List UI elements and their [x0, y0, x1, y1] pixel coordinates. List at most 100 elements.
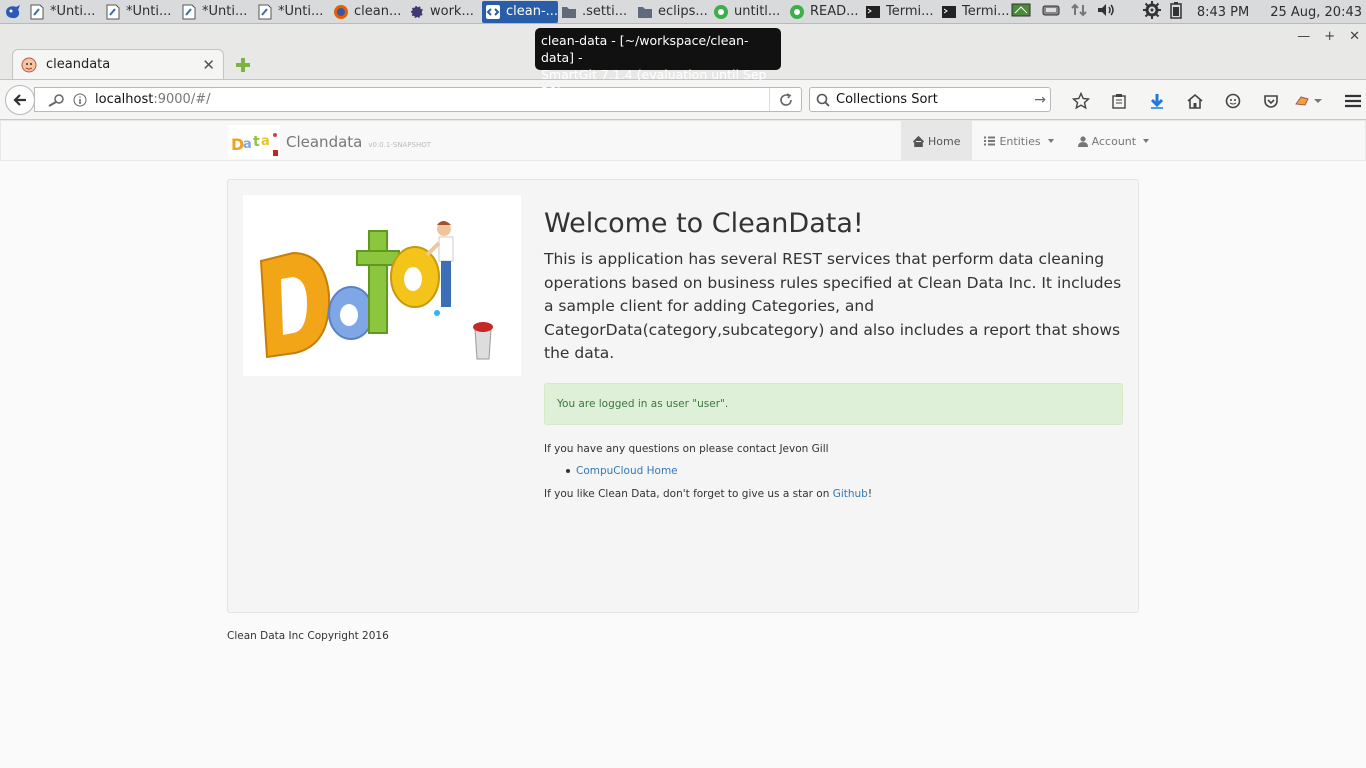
taskbar-task-9[interactable]: untitl... — [710, 1, 786, 23]
taskbar-task-6[interactable]: clean-... — [482, 0, 558, 23]
taskbar-task-4[interactable]: clean... — [330, 1, 406, 23]
network-manager-icon[interactable] — [1011, 2, 1031, 22]
hello-button[interactable] — [1214, 90, 1252, 112]
taskbar-task-3[interactable]: *Unti... — [254, 1, 330, 23]
taskbar-task-label: *Unti... — [278, 4, 324, 19]
system-tray: 8:43 PM 25 Aug, 20:43 — [1011, 0, 1366, 24]
taskbar-task-label: clean... — [354, 4, 402, 19]
taskbar-task-label: eclips... — [658, 4, 708, 19]
start-menu-button[interactable] — [0, 0, 26, 24]
data-logo-illustration — [243, 195, 521, 376]
minimize-icon[interactable]: — — [1297, 29, 1310, 44]
task-tooltip: clean-data - [~/workspace/clean-data] - … — [535, 28, 781, 99]
taskbar-task-label: clean-... — [506, 4, 558, 19]
new-tab-button[interactable] — [233, 55, 253, 75]
home-icon — [1187, 93, 1203, 109]
wired-network-icon[interactable] — [1040, 2, 1062, 22]
clock-time[interactable]: 8:43 PM — [1197, 5, 1249, 20]
close-window-icon[interactable]: ✕ — [1349, 29, 1360, 44]
svg-text:a: a — [261, 134, 270, 149]
home-button[interactable] — [1176, 90, 1214, 112]
taskbar-task-label: *Unti... — [202, 4, 248, 19]
brand-logo: D a t a — [228, 125, 280, 159]
taskbar-task-label: .setti... — [582, 4, 628, 19]
nav-account[interactable]: Account — [1066, 121, 1161, 161]
site-info-icon[interactable] — [73, 93, 87, 107]
svg-text:a: a — [243, 137, 252, 152]
alert-text: You are logged in as user "user". — [557, 397, 729, 410]
taskbar-task-label: work... — [430, 4, 474, 19]
taskbar-task-label: READ... — [810, 4, 859, 19]
search-icon — [816, 93, 830, 107]
pocket-button[interactable] — [1252, 90, 1290, 112]
search-go-icon[interactable]: → — [1034, 92, 1046, 108]
taskbar-task-1[interactable]: *Unti... — [102, 1, 178, 23]
url-path: :9000/#/ — [153, 92, 211, 107]
taskbar-task-0[interactable]: *Unti... — [26, 1, 102, 23]
contact-text: If you have any questions on please cont… — [544, 442, 829, 455]
bookmark-star-button[interactable] — [1062, 90, 1100, 112]
hero-image — [243, 195, 521, 376]
chrome-icon — [789, 4, 805, 20]
main-menu-button[interactable] — [1334, 90, 1366, 112]
web-page: D a t a Cleandata v0.0.1-SNAPSHOT Home E… — [0, 120, 1366, 768]
start-menu-icon — [6, 4, 20, 18]
nav-entities[interactable]: Entities — [972, 121, 1065, 161]
github-link[interactable]: Github — [833, 488, 868, 500]
login-status-alert: You are logged in as user "user". — [544, 382, 1123, 425]
chevron-down-icon — [1047, 139, 1054, 143]
document-icon — [181, 4, 197, 20]
battery-icon[interactable] — [1170, 1, 1182, 23]
plus-icon — [236, 58, 250, 72]
taskbar-task-2[interactable]: *Unti... — [178, 1, 254, 23]
hamburger-menu-icon — [1345, 94, 1361, 108]
taskbar-task-11[interactable]: Termi... — [862, 1, 938, 23]
volume-icon[interactable] — [1096, 2, 1116, 22]
taskbar-task-8[interactable]: eclips... — [634, 1, 710, 23]
back-button[interactable] — [5, 85, 35, 115]
taskbar-task-5[interactable]: work... — [406, 1, 482, 23]
updown-arrows-icon[interactable] — [1071, 2, 1087, 22]
clipboard-icon — [1112, 94, 1126, 109]
extension-icon — [1295, 96, 1322, 106]
nav-home[interactable]: Home — [901, 121, 973, 161]
taskbar-task-7[interactable]: .setti... — [558, 1, 634, 23]
welcome-panel: Welcome to CleanData! This is applicatio… — [227, 179, 1139, 613]
terminal-icon — [941, 4, 957, 20]
page-title: Welcome to CleanData! — [544, 208, 864, 239]
folder-icon — [561, 4, 577, 20]
chrome-icon — [713, 4, 729, 20]
star-suffix: ! — [867, 487, 873, 500]
browser-tab[interactable]: cleandata ✕ — [12, 49, 224, 79]
search-bar[interactable]: Collections Sort → — [809, 87, 1051, 112]
tab-close-icon[interactable]: ✕ — [202, 56, 215, 74]
favicon-icon — [21, 57, 37, 72]
svg-text:t: t — [253, 134, 260, 150]
taskbar-task-label: *Unti... — [126, 4, 172, 19]
taskbar-task-10[interactable]: READ... — [786, 1, 862, 23]
home-icon — [913, 135, 924, 147]
taskbar-task-12[interactable]: Termi... — [938, 1, 1014, 23]
app-navbar: D a t a Cleandata v0.0.1-SNAPSHOT Home E… — [0, 120, 1366, 161]
downloads-button[interactable] — [1138, 90, 1176, 112]
back-arrow-icon — [13, 94, 26, 106]
site-key-icon[interactable] — [47, 93, 65, 107]
search-input[interactable]: Collections Sort — [836, 92, 938, 107]
tooltip-line-2: SmartGit 7.1.4 (evaluation until Sep 20) — [541, 67, 767, 99]
chat-face-icon — [1225, 93, 1241, 109]
user-icon — [1077, 135, 1088, 147]
clock-date[interactable]: 25 Aug, 20:43 — [1270, 5, 1362, 20]
compucloud-home-link[interactable]: CompuCloud Home — [576, 465, 678, 477]
nav-account-label: Account — [1091, 134, 1137, 148]
nav-links: Home Entities Account — [901, 121, 1161, 161]
maximize-icon[interactable]: + — [1324, 29, 1335, 44]
terminal-icon — [865, 4, 881, 20]
settings-gear-icon[interactable] — [1142, 1, 1161, 23]
taskbar-task-label: Termi... — [886, 4, 934, 19]
folder-icon — [637, 4, 653, 20]
system-taskbar: *Unti... *Unti... *Unti... *Unti... clean...… — [0, 0, 1366, 24]
brand[interactable]: D a t a Cleandata v0.0.1-SNAPSHOT — [228, 125, 431, 159]
reading-list-button[interactable] — [1100, 90, 1138, 112]
github-star-text: If you like Clean Data, don't forget to … — [544, 488, 1124, 500]
extension-menu-button[interactable] — [1290, 90, 1328, 112]
